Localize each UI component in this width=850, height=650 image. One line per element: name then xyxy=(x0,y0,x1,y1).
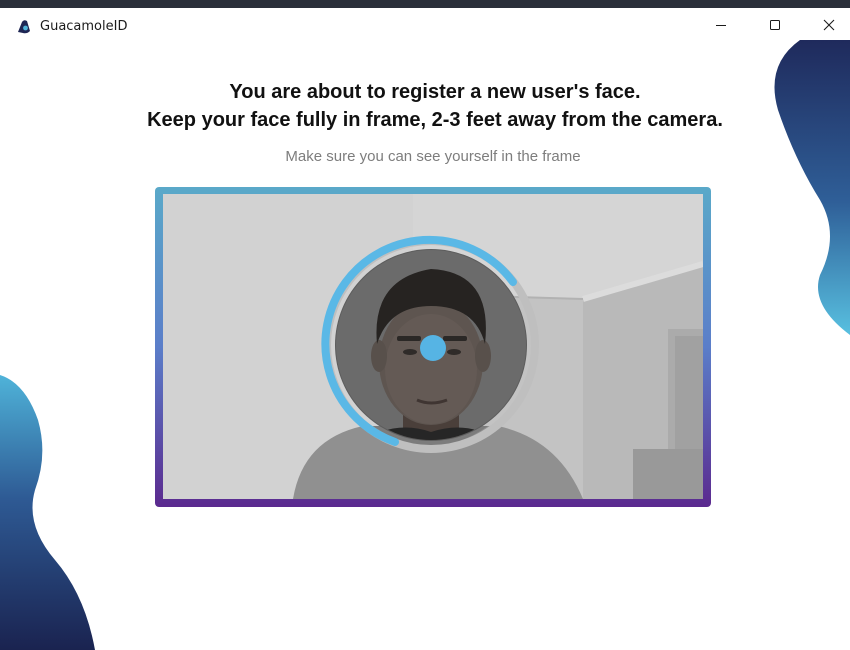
camera-frame xyxy=(155,187,711,507)
close-icon xyxy=(823,19,835,31)
minimize-icon xyxy=(716,25,726,26)
heading-line-1: You are about to register a new user's f… xyxy=(229,81,641,103)
decorative-blob-left xyxy=(0,375,95,650)
close-button[interactable] xyxy=(806,8,850,42)
camera-image xyxy=(163,194,703,499)
maximize-button[interactable] xyxy=(752,8,798,42)
minimize-button[interactable] xyxy=(698,8,744,42)
camera-feed xyxy=(163,194,703,499)
guacamole-app-icon xyxy=(18,20,30,34)
page-heading: You are about to register a new user's f… xyxy=(0,78,850,134)
window-title: GuacamoleID xyxy=(40,19,128,34)
app-window: GuacamoleID You are about to register a … xyxy=(0,0,850,650)
face-tracking-marker xyxy=(420,335,446,361)
instruction-text: Make sure you can see yourself in the fr… xyxy=(285,148,581,165)
title-bar[interactable]: GuacamoleID xyxy=(0,8,850,44)
maximize-icon xyxy=(770,20,780,30)
window-top-edge xyxy=(0,0,850,8)
heading-line-2: Keep your face fully in frame, 2-3 feet … xyxy=(147,109,723,131)
